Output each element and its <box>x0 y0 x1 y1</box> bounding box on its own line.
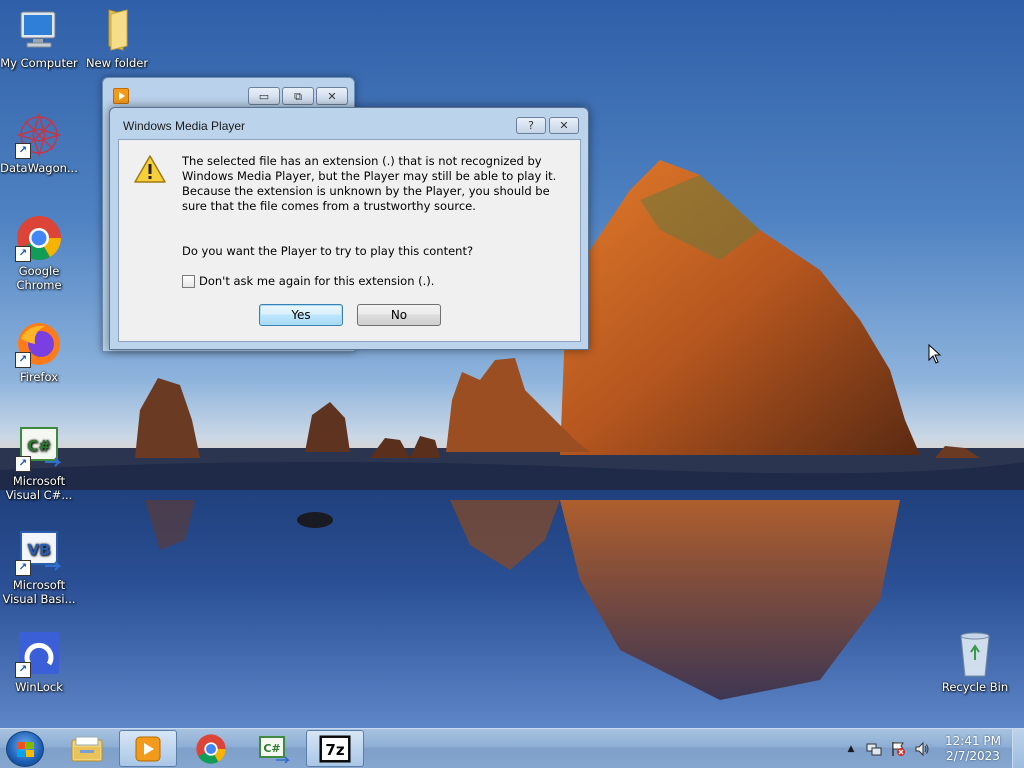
desktop-icon-google-chrome[interactable]: ↗ Google Chrome <box>0 214 79 292</box>
desktop-icon-datawagon[interactable]: ↗ DataWagon... <box>0 111 79 175</box>
desktop-icon-label: DataWagon... <box>0 161 78 175</box>
desktop-icon-label: Recycle Bin <box>941 680 1009 694</box>
no-button[interactable]: No <box>357 304 441 326</box>
desktop-icon-my-computer[interactable]: My Computer <box>0 6 79 70</box>
maximize-button[interactable]: ⧉ <box>282 87 314 105</box>
taskbar: C# 7z ▲ 12:41 PM 2/7/2023 <box>0 728 1024 768</box>
desktop-icon-label: My Computer <box>0 56 78 70</box>
show-desktop-button[interactable] <box>1012 729 1024 768</box>
mouse-cursor-icon <box>928 344 942 364</box>
explorer-icon <box>71 736 103 761</box>
svg-text:VB: VB <box>27 541 50 559</box>
desktop-icon-recycle-bin[interactable]: Recycle Bin <box>935 630 1015 694</box>
action-center-flag-icon[interactable] <box>890 741 906 757</box>
shortcut-arrow-icon: ↗ <box>15 456 31 472</box>
show-hidden-icons-button[interactable]: ▲ <box>843 741 859 757</box>
svg-text:7z: 7z <box>325 741 344 759</box>
desktop-icon-firefox[interactable]: ↗ Firefox <box>0 320 79 384</box>
taskbar-item-windows-explorer[interactable] <box>58 730 116 767</box>
desktop-icon-label: WinLock <box>15 680 63 694</box>
desktop-icon-visual-csharp[interactable]: C# ↗ Microsoft Visual C#... <box>0 424 79 502</box>
dialog-title: Windows Media Player <box>123 119 246 133</box>
visual-csharp-icon: C# <box>259 735 290 763</box>
winlock-icon: ↗ <box>15 630 63 678</box>
shortcut-arrow-icon: ↗ <box>15 143 31 159</box>
visual-csharp-icon: C# ↗ <box>15 424 63 472</box>
7zip-icon: 7z <box>319 735 351 762</box>
computer-icon <box>15 6 63 54</box>
windows-logo-icon <box>17 742 34 757</box>
clock-time: 12:41 PM <box>945 734 1001 748</box>
minimize-button[interactable]: ▭ <box>248 87 280 105</box>
warning-icon <box>134 155 166 183</box>
close-button[interactable]: ✕ <box>549 117 579 134</box>
window-controls: ▭ ⧉ ✕ <box>248 87 348 105</box>
start-button[interactable] <box>6 731 44 767</box>
shortcut-arrow-icon: ↗ <box>15 560 31 576</box>
dialog-message: The selected file has an extension (.) t… <box>182 154 557 213</box>
desktop-icon-label: Microsoft Visual Basi... <box>2 578 76 606</box>
media-player-icon <box>135 736 161 761</box>
visual-basic-icon: VB ↗ <box>15 528 63 576</box>
recycle-bin-icon <box>951 630 999 678</box>
datawagon-icon: ↗ <box>15 111 63 159</box>
wmp-warning-dialog[interactable]: Windows Media Player ? ✕ The selected fi… <box>109 107 589 350</box>
clock-date: 2/7/2023 <box>946 749 1000 763</box>
taskbar-item-google-chrome[interactable] <box>182 730 240 767</box>
dont-ask-again-checkbox-row[interactable]: Don't ask me again for this extension (.… <box>182 274 434 288</box>
close-button[interactable]: ✕ <box>316 87 348 105</box>
desktop-icon-label: Microsoft Visual C#... <box>5 474 73 502</box>
desktop-icon-winlock[interactable]: ↗ WinLock <box>0 630 79 694</box>
chrome-icon <box>196 733 226 764</box>
desktop-icon-label: Google Chrome <box>16 264 62 292</box>
dialog-body: The selected file has an extension (.) t… <box>118 139 581 342</box>
taskbar-item-visual-csharp[interactable]: C# <box>244 730 302 767</box>
desktop-icon-visual-basic[interactable]: VB ↗ Microsoft Visual Basi... <box>0 528 79 606</box>
yes-button[interactable]: Yes <box>259 304 343 326</box>
svg-text:C#: C# <box>27 437 51 455</box>
taskbar-item-7-zip[interactable]: 7z <box>306 730 364 767</box>
desktop-icon-label: New folder <box>85 56 149 70</box>
taskbar-item-windows-media-player[interactable] <box>119 730 177 767</box>
help-button[interactable]: ? <box>516 117 546 134</box>
svg-text:C#: C# <box>263 742 280 755</box>
folder-icon <box>93 6 141 54</box>
dialog-question: Do you want the Player to try to play th… <box>182 244 474 258</box>
network-icon[interactable] <box>866 741 882 757</box>
desktop-icon-new-folder[interactable]: New folder <box>77 6 157 70</box>
shortcut-arrow-icon: ↗ <box>15 352 31 368</box>
system-clock[interactable]: 12:41 PM 2/7/2023 <box>940 734 1006 764</box>
desktop-icon-label: Firefox <box>19 370 59 384</box>
firefox-icon: ↗ <box>15 320 63 368</box>
dont-ask-again-checkbox[interactable] <box>182 274 195 288</box>
shortcut-arrow-icon: ↗ <box>15 662 31 678</box>
shortcut-arrow-icon: ↗ <box>15 246 31 262</box>
dialog-controls: ? ✕ <box>516 117 579 134</box>
volume-icon[interactable] <box>914 741 930 757</box>
chrome-icon: ↗ <box>15 214 63 262</box>
checkbox-label[interactable]: Don't ask me again for this extension (.… <box>199 274 434 288</box>
media-player-icon <box>113 88 129 104</box>
